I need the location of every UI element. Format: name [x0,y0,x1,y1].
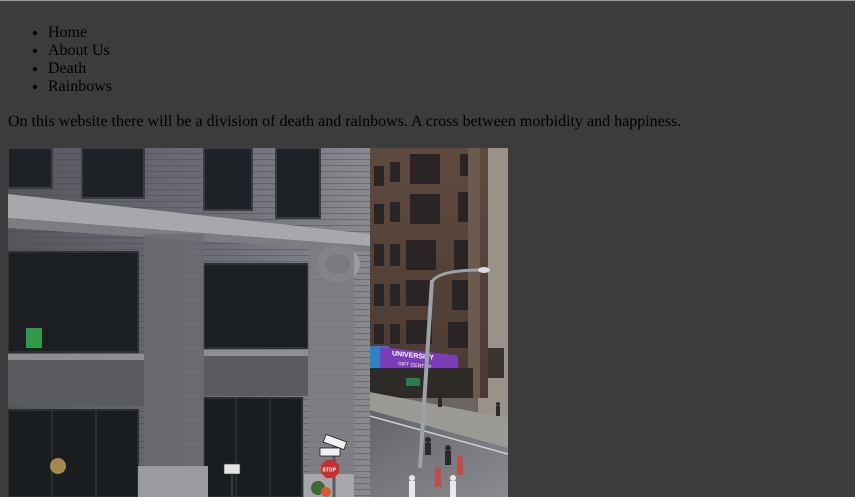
intro-paragraph: On this website there will be a division… [8,113,682,130]
nav-item-death: Death [48,60,112,78]
main-nav: Home About Us Death Rainbows [48,24,112,96]
nav-link-death[interactable]: Death [48,60,86,77]
nav-link-rainbows[interactable]: Rainbows [48,78,112,95]
street-photo: UNIVERSITY GIFT CENTER STOP [8,148,508,497]
nav-item-about-us: About Us [48,42,112,60]
nav-link-home[interactable]: Home [48,24,87,41]
nav-link-about-us[interactable]: About Us [48,42,110,59]
nav-item-rainbows: Rainbows [48,78,112,96]
svg-text:STOP: STOP [323,468,337,474]
nav-item-home: Home [48,24,112,42]
